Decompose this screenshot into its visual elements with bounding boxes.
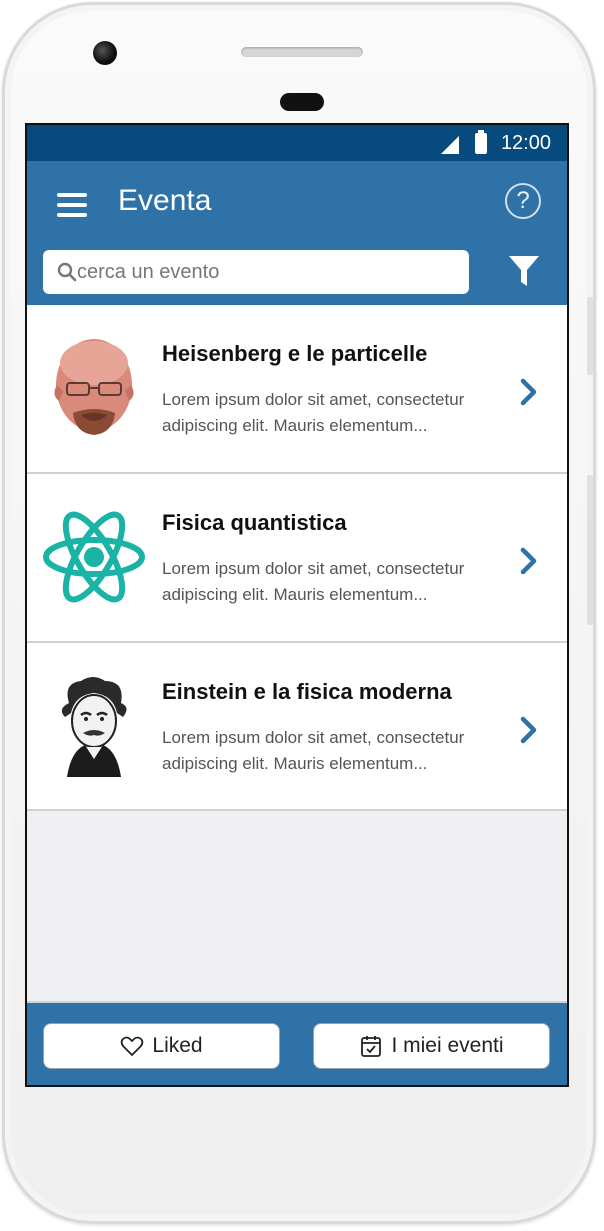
my-events-button[interactable]: I miei eventi	[313, 1023, 550, 1069]
search-box[interactable]	[43, 250, 469, 294]
event-title: Heisenberg e le particelle	[162, 341, 428, 366]
app-screen: 12:00 Eventa ? cerca un evento Heisenber…	[25, 123, 569, 1087]
proximity-sensor	[280, 93, 324, 111]
event-item-einstein[interactable]: Einstein e la fisica moderna Lorem ipsum…	[27, 643, 567, 811]
heart-icon	[121, 1036, 144, 1056]
my-events-button-label: I miei eventi	[391, 1034, 504, 1057]
event-list: Heisenberg e le particelle Lorem ipsum d…	[27, 305, 567, 811]
chevron-right-icon[interactable]	[519, 377, 539, 407]
battery-icon	[475, 130, 487, 154]
app-title: Eventa	[118, 184, 212, 217]
power-button	[587, 475, 593, 625]
event-item-quantum[interactable]: Fisica quantistica Lorem ipsum dolor sit…	[27, 474, 567, 643]
einstein-portrait-icon	[61, 677, 127, 777]
event-title: Einstein e la fisica moderna	[162, 679, 452, 704]
event-title: Fisica quantistica	[162, 510, 347, 535]
hamburger-menu-icon[interactable]	[57, 193, 87, 217]
chevron-right-icon[interactable]	[519, 715, 539, 745]
event-description: Lorem ipsum dolor sit amet, consectetur …	[162, 559, 465, 604]
bottom-bar: Liked I miei eventi	[27, 1001, 567, 1085]
status-bar: 12:00	[27, 125, 567, 161]
calendar-check-icon	[361, 1036, 382, 1057]
event-description: Lorem ipsum dolor sit amet, consectetur …	[162, 390, 465, 435]
liked-button[interactable]: Liked	[43, 1023, 280, 1069]
status-time: 12:00	[500, 132, 551, 154]
liked-button-label: Liked	[152, 1034, 203, 1057]
signal-icon	[441, 136, 459, 154]
chevron-right-icon[interactable]	[519, 546, 539, 576]
event-description: Lorem ipsum dolor sit amet, consectetur …	[162, 728, 465, 773]
front-camera	[93, 41, 117, 65]
volume-button	[587, 297, 593, 375]
search-icon	[57, 262, 77, 282]
atom-icon	[43, 511, 145, 603]
app-bar: Eventa ?	[27, 161, 567, 305]
search-input[interactable]	[77, 250, 457, 294]
earpiece-speaker	[241, 47, 363, 57]
event-item-heisenberg[interactable]: Heisenberg e le particelle Lorem ipsum d…	[27, 305, 567, 474]
heisenberg-portrait-icon	[54, 339, 134, 435]
filter-icon[interactable]	[508, 254, 540, 288]
help-icon[interactable]: ?	[505, 183, 541, 219]
